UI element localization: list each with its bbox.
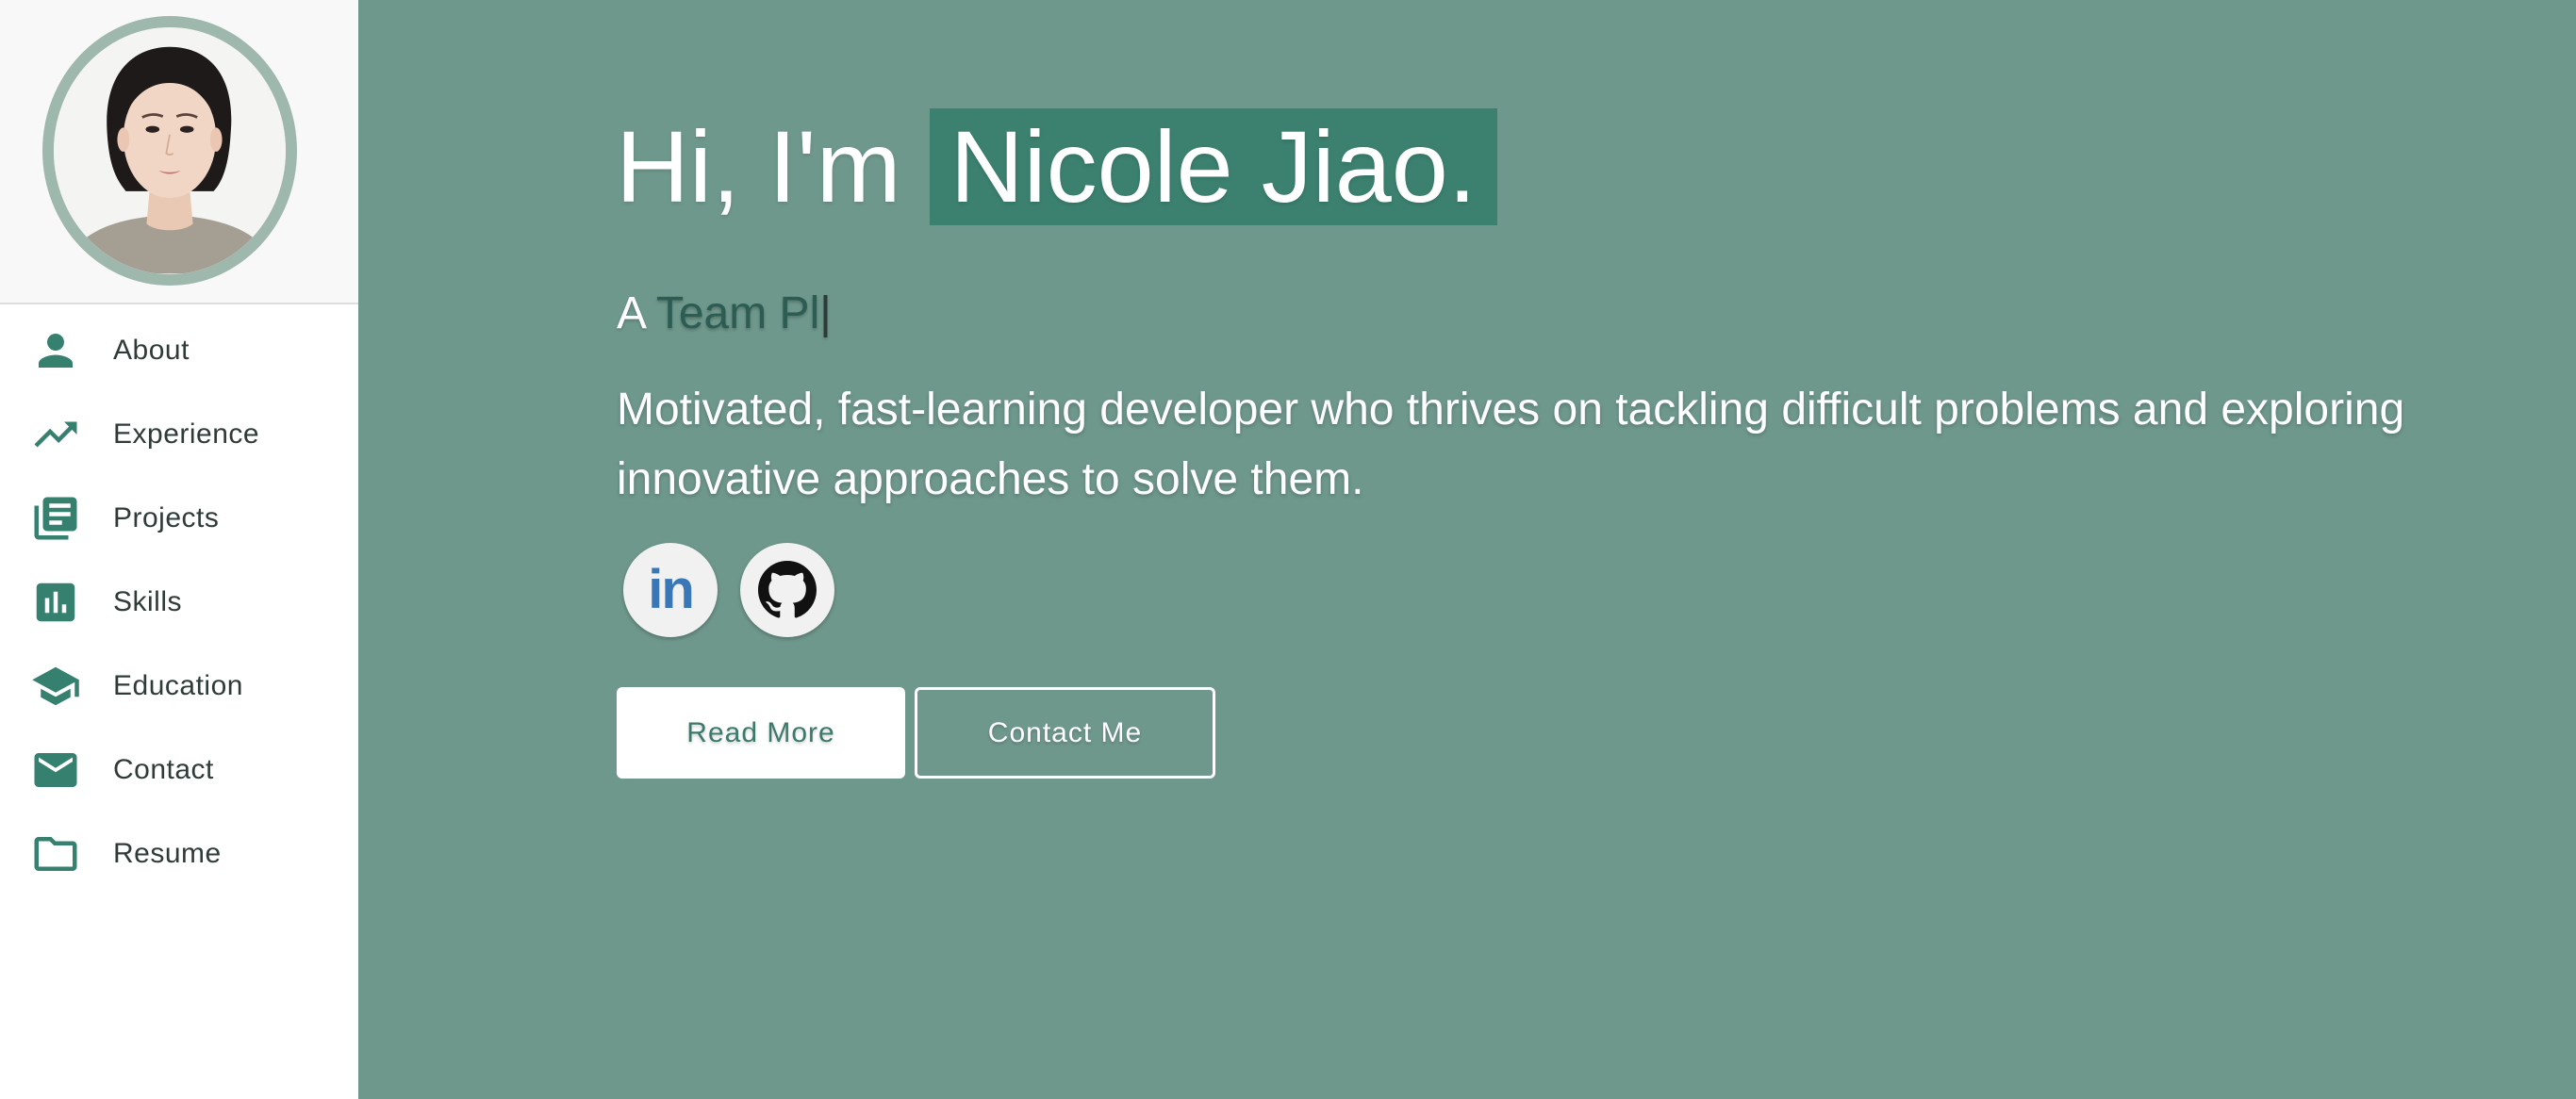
linkedin-button[interactable]: in: [623, 543, 718, 637]
name-highlight: Nicole Jiao.: [929, 108, 1497, 225]
mail-icon: [30, 745, 81, 796]
sidebar-item-label: Skills: [113, 585, 183, 617]
typed-text: Team Pl: [655, 288, 820, 338]
github-icon: [758, 561, 817, 618]
sidebar-item-label: Contact: [113, 753, 214, 785]
library-books-icon: [30, 493, 81, 544]
sidebar-item-experience[interactable]: Experience: [0, 392, 358, 476]
person-icon: [30, 325, 81, 376]
greeting-prefix: Hi, I'm: [616, 109, 901, 223]
bio-text: Motivated, fast-learning developer who t…: [617, 385, 2405, 504]
graduation-cap-icon: [30, 661, 81, 712]
typing-prefix: A: [617, 288, 645, 338]
typing-tagline: A Team Pl|: [617, 287, 832, 339]
social-links: in: [623, 543, 834, 637]
sidebar-item-education[interactable]: Education: [0, 644, 358, 728]
folder-icon: [30, 828, 81, 879]
sidebar-item-skills[interactable]: Skills: [0, 560, 358, 644]
sidebar-item-label: Education: [113, 669, 243, 701]
contact-me-button[interactable]: Contact Me: [915, 687, 1215, 779]
bar-chart-icon: [30, 577, 81, 628]
sidebar-item-label: Experience: [113, 418, 260, 450]
avatar: [42, 16, 297, 286]
sidebar-item-label: About: [113, 334, 190, 366]
sidebar-item-resume[interactable]: Resume: [0, 812, 358, 895]
sidebar-nav: About Experience Projects Skills Educati…: [0, 308, 358, 895]
hero-actions: Read More Contact Me: [617, 687, 1215, 779]
trending-up-icon: [30, 409, 81, 460]
sidebar-item-label: Projects: [113, 501, 220, 533]
sidebar-item-projects[interactable]: Projects: [0, 476, 358, 560]
profile-section: [0, 0, 358, 304]
read-more-button[interactable]: Read More: [617, 687, 905, 779]
linkedin-icon: in: [648, 559, 695, 620]
hero-section: Hi, I'm Nicole Jiao. A Team Pl| Motivate…: [358, 0, 2576, 1099]
hero-heading: Hi, I'm Nicole Jiao.: [616, 106, 1497, 228]
typing-cursor: |: [819, 288, 832, 338]
sidebar-item-contact[interactable]: Contact: [0, 728, 358, 812]
sidebar-item-about[interactable]: About: [0, 308, 358, 392]
sidebar-item-label: Resume: [113, 837, 222, 869]
github-button[interactable]: [740, 543, 834, 637]
sidebar: About Experience Projects Skills Educati…: [0, 0, 358, 1099]
